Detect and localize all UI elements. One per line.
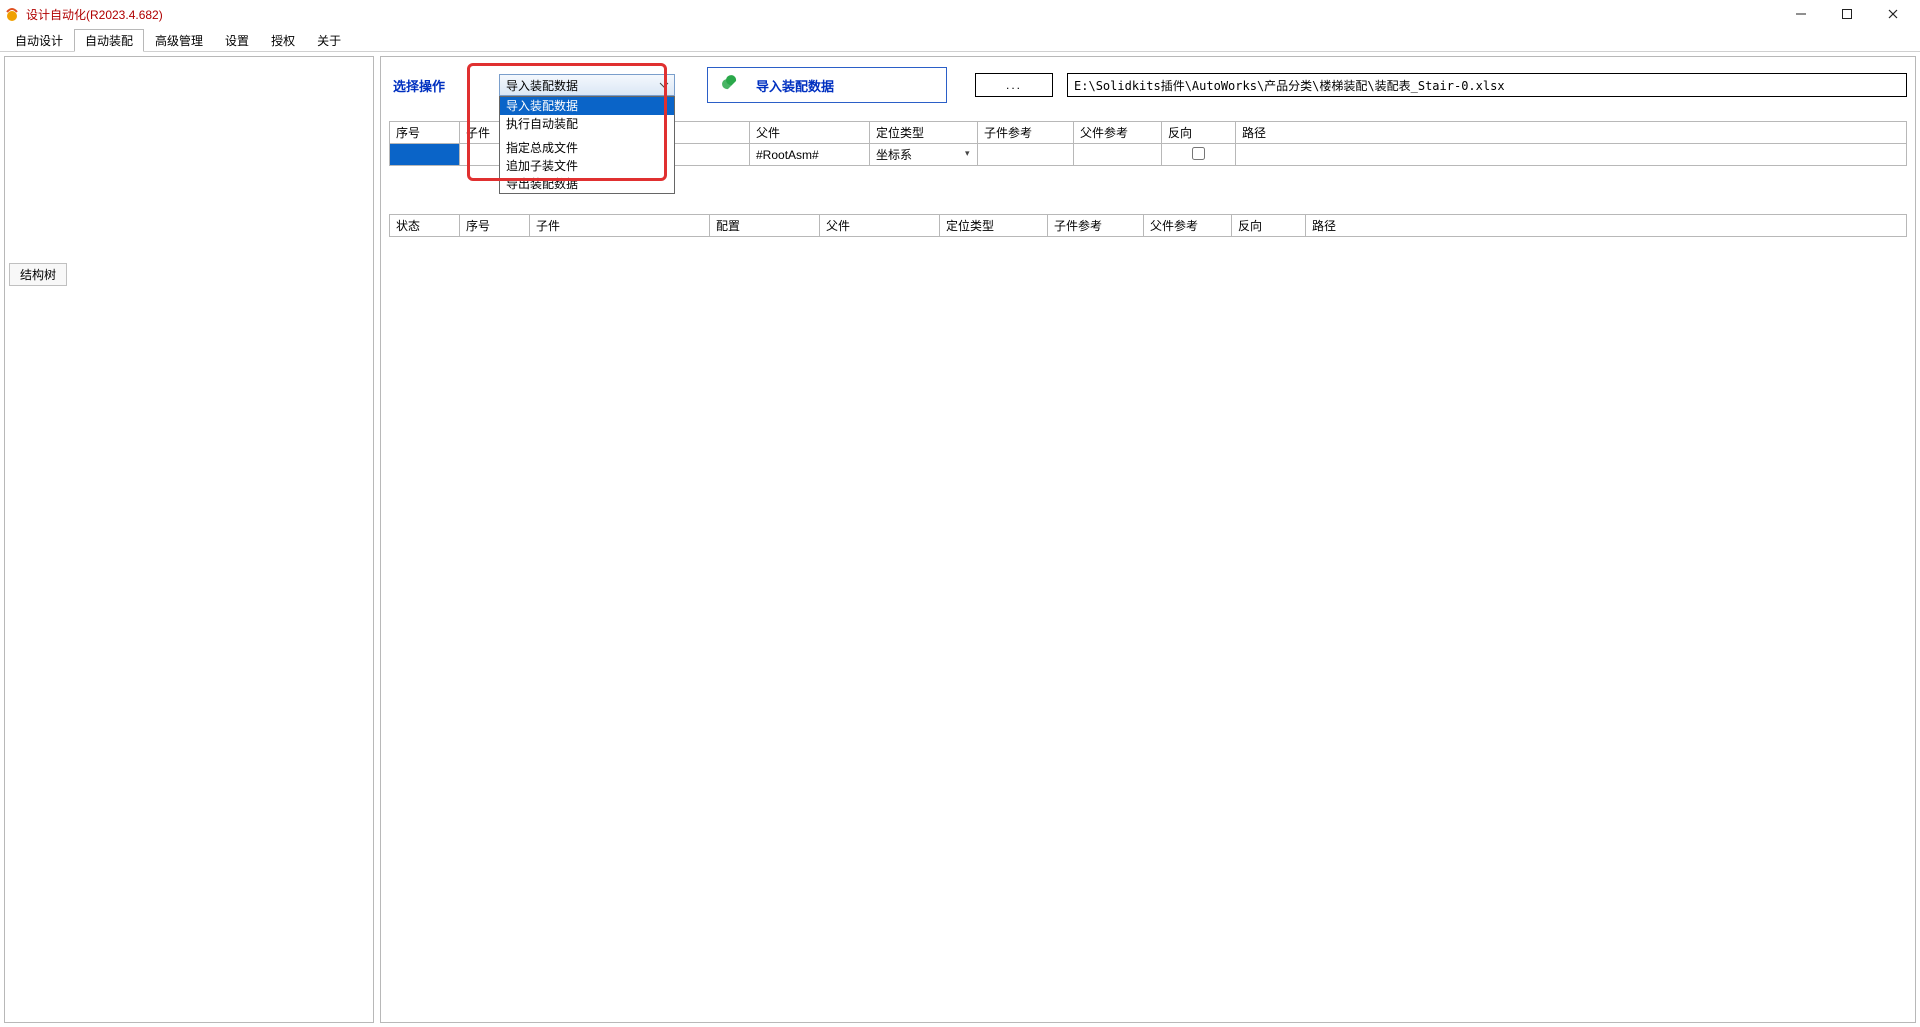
workspace: 结构树 选择操作 导入装配数据 导入装配数据 执行自动装配 指定总成文件 追加子… (0, 52, 1920, 1027)
header-loctype[interactable]: 定位类型 (870, 122, 978, 144)
cell-childref[interactable] (978, 144, 1074, 166)
window-title: 设计自动化(R2023.4.682) (26, 6, 163, 23)
titlebar: 设计自动化(R2023.4.682) (0, 0, 1920, 28)
header2-reverse[interactable]: 反向 (1232, 215, 1306, 237)
header-seq[interactable]: 序号 (390, 122, 460, 144)
header2-childref[interactable]: 子件参考 (1048, 215, 1144, 237)
left-panel: 结构树 (4, 56, 374, 1023)
operation-dropdown[interactable]: 导入装配数据 导入装配数据 执行自动装配 指定总成文件 追加子装文件 导出装配数… (499, 74, 675, 96)
reverse-checkbox[interactable] (1192, 147, 1205, 160)
header2-seq[interactable]: 序号 (460, 215, 530, 237)
header-reverse[interactable]: 反向 (1162, 122, 1236, 144)
chevron-down-icon: ▾ (965, 148, 975, 158)
header-childref[interactable]: 子件参考 (978, 122, 1074, 144)
file-path-field[interactable]: E:\Solidkits插件\AutoWorks\产品分类\楼梯装配\装配表_S… (1067, 73, 1907, 97)
status-grid: 状态 序号 子件 配置 父件 定位类型 子件参考 父件参考 反向 路径 (389, 214, 1907, 237)
status-grid-header-row: 状态 序号 子件 配置 父件 定位类型 子件参考 父件参考 反向 路径 (390, 215, 1907, 237)
header2-path[interactable]: 路径 (1306, 215, 1907, 237)
window-controls (1778, 0, 1916, 28)
header2-loctype[interactable]: 定位类型 (940, 215, 1048, 237)
header-parent[interactable]: 父件 (750, 122, 870, 144)
import-assembly-data-button[interactable]: 导入装配数据 (707, 67, 947, 103)
dropdown-item-specify-assembly-file[interactable]: 指定总成文件 (500, 139, 674, 157)
menu-auto-assembly[interactable]: 自动装配 (74, 29, 144, 52)
operation-dropdown-toggle[interactable]: 导入装配数据 (499, 74, 675, 96)
header2-parent[interactable]: 父件 (820, 215, 940, 237)
header-parentref[interactable]: 父件参考 (1074, 122, 1162, 144)
operation-label: 选择操作 (393, 76, 445, 95)
browse-button[interactable]: ... (975, 73, 1053, 97)
cell-loctype[interactable]: 坐标系 ▾ (870, 144, 978, 166)
menu-about[interactable]: 关于 (306, 28, 352, 51)
header2-state[interactable]: 状态 (390, 215, 460, 237)
cell-reverse[interactable] (1162, 144, 1236, 166)
menu-advanced-manage[interactable]: 高级管理 (144, 28, 214, 51)
header2-child[interactable]: 子件 (530, 215, 710, 237)
cell-parentref[interactable] (1074, 144, 1162, 166)
cell-parent[interactable]: #RootAsm# (750, 144, 870, 166)
dropdown-item-import-data[interactable]: 导入装配数据 (500, 97, 674, 115)
dropdown-item-run-auto-assembly[interactable]: 执行自动装配 (500, 115, 674, 133)
dropdown-item-export-data[interactable]: 导出装配数据 (500, 175, 674, 193)
header2-config[interactable]: 配置 (710, 215, 820, 237)
cell-seq[interactable] (390, 144, 460, 166)
header-path[interactable]: 路径 (1236, 122, 1907, 144)
app-icon (4, 6, 20, 22)
menubar: 自动设计 自动装配 高级管理 设置 授权 关于 (0, 28, 1920, 52)
loctype-value: 坐标系 (876, 148, 912, 162)
chevron-down-icon (658, 79, 670, 91)
close-button[interactable] (1870, 0, 1916, 28)
menu-auto-design[interactable]: 自动设计 (4, 28, 74, 51)
import-button-label: 导入装配数据 (756, 76, 834, 95)
maximize-button[interactable] (1824, 0, 1870, 28)
minimize-button[interactable] (1778, 0, 1824, 28)
toolbar-row: 选择操作 导入装配数据 导入装配数据 执行自动装配 指定总成文件 追加子装文件 … (389, 67, 1907, 103)
menu-license[interactable]: 授权 (260, 28, 306, 51)
cell-path[interactable] (1236, 144, 1907, 166)
operation-dropdown-value: 导入装配数据 (506, 77, 578, 94)
dropdown-item-append-child-file[interactable]: 追加子装文件 (500, 157, 674, 175)
menu-settings[interactable]: 设置 (214, 28, 260, 51)
right-panel: 选择操作 导入装配数据 导入装配数据 执行自动装配 指定总成文件 追加子装文件 … (380, 56, 1916, 1023)
structure-tree-tab[interactable]: 结构树 (9, 263, 67, 286)
header2-parentref[interactable]: 父件参考 (1144, 215, 1232, 237)
operation-dropdown-list: 导入装配数据 执行自动装配 指定总成文件 追加子装文件 导出装配数据 (499, 96, 675, 194)
wrench-icon (718, 71, 746, 99)
